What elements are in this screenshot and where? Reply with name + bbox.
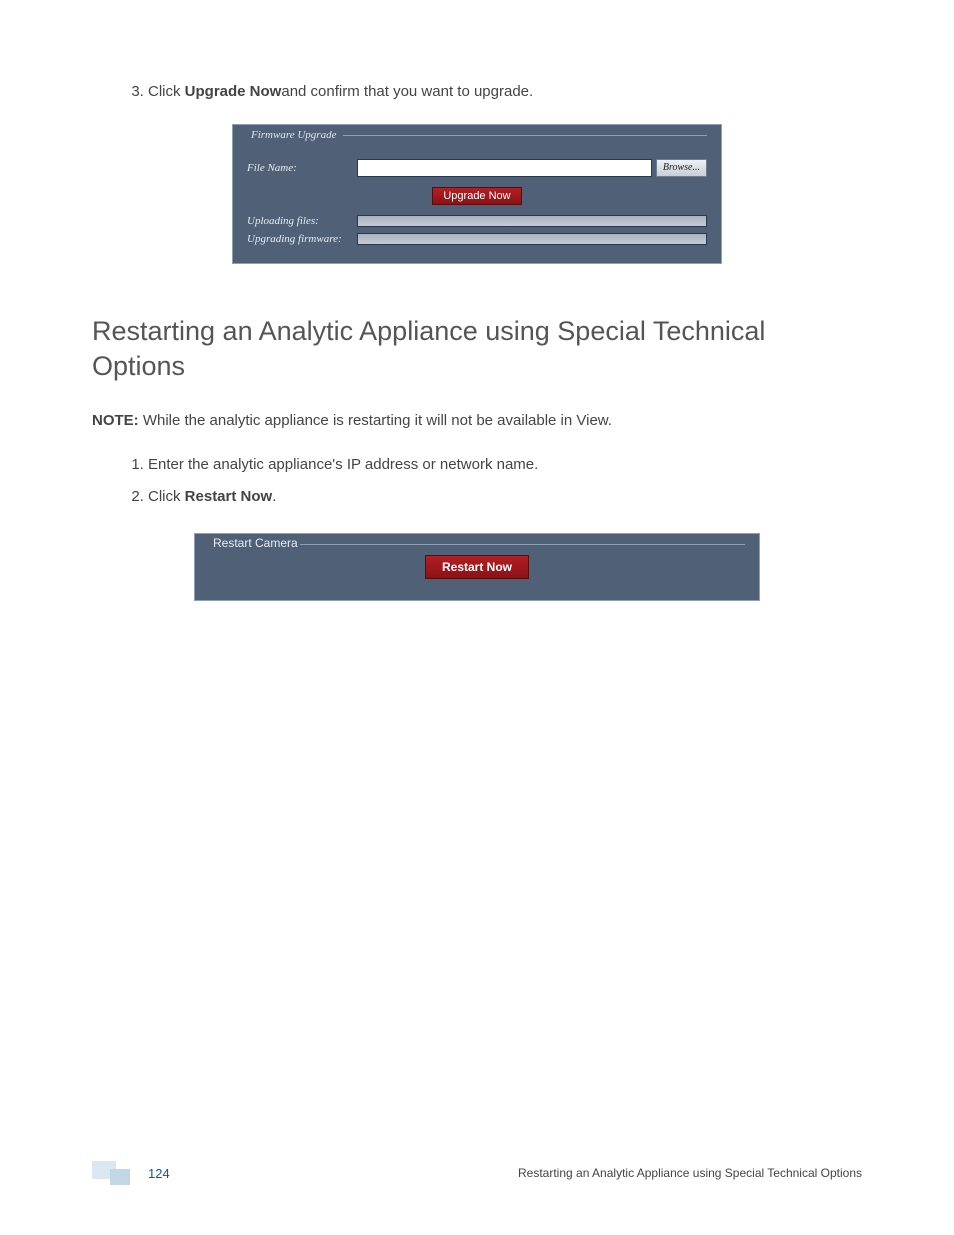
restart-now-button[interactable]: Restart Now bbox=[425, 555, 529, 579]
firmware-legend: Firmware Upgrade bbox=[247, 129, 340, 141]
page-number: 124 bbox=[148, 1166, 170, 1181]
upgrading-label: Upgrading firmware: bbox=[247, 233, 357, 245]
restart-step-2-suffix: . bbox=[272, 488, 276, 505]
step-list-continuation: Click Upgrade Nowand confirm that you wa… bbox=[92, 80, 862, 104]
file-name-row: File Name: Browse... bbox=[247, 159, 707, 177]
step-3-suffix: and confirm that you want to upgrade. bbox=[281, 83, 533, 100]
firmware-upgrade-screenshot: Firmware Upgrade File Name: Browse... Up… bbox=[92, 124, 862, 264]
uploading-label: Uploading files: bbox=[247, 215, 357, 227]
restart-legend: Restart Camera bbox=[209, 536, 302, 550]
upgrade-now-row: Upgrade Now bbox=[247, 187, 707, 205]
restart-step-2: Click Restart Now. bbox=[148, 485, 862, 509]
step-3-prefix: Click bbox=[148, 83, 185, 100]
upgrading-row: Upgrading firmware: bbox=[247, 233, 707, 245]
file-name-input[interactable] bbox=[357, 159, 652, 177]
section-heading: Restarting an Analytic Appliance using S… bbox=[92, 314, 862, 384]
restart-step-1: Enter the analytic appliance's IP addres… bbox=[148, 453, 862, 477]
restart-camera-panel: Restart Camera Restart Now bbox=[194, 533, 760, 601]
step-3: Click Upgrade Nowand confirm that you wa… bbox=[148, 80, 862, 104]
upgrading-progress bbox=[357, 233, 707, 245]
page-footer: 124 Restarting an Analytic Appliance usi… bbox=[0, 1161, 954, 1185]
step-3-bold: Upgrade Now bbox=[185, 83, 282, 100]
restart-legend-rule bbox=[300, 544, 745, 545]
upgrade-now-button[interactable]: Upgrade Now bbox=[432, 187, 521, 205]
footer-right-text: Restarting an Analytic Appliance using S… bbox=[518, 1166, 862, 1180]
uploading-row: Uploading files: bbox=[247, 215, 707, 227]
note-bold: NOTE: bbox=[92, 412, 139, 429]
firmware-upgrade-panel: Firmware Upgrade File Name: Browse... Up… bbox=[232, 124, 722, 264]
restart-step-2-prefix: Click bbox=[148, 488, 185, 505]
restart-camera-screenshot: Restart Camera Restart Now bbox=[92, 533, 862, 601]
restart-step-2-bold: Restart Now bbox=[185, 488, 273, 505]
browse-button[interactable]: Browse... bbox=[656, 159, 707, 177]
firmware-legend-rule bbox=[343, 135, 707, 136]
uploading-progress bbox=[357, 215, 707, 227]
note-paragraph: NOTE: While the analytic appliance is re… bbox=[92, 410, 862, 433]
file-name-label: File Name: bbox=[247, 162, 357, 174]
footer-left: 124 bbox=[92, 1161, 170, 1185]
footer-logo-icon bbox=[92, 1161, 138, 1185]
restart-steps: Enter the analytic appliance's IP addres… bbox=[92, 453, 862, 509]
note-text: While the analytic appliance is restarti… bbox=[139, 412, 612, 429]
